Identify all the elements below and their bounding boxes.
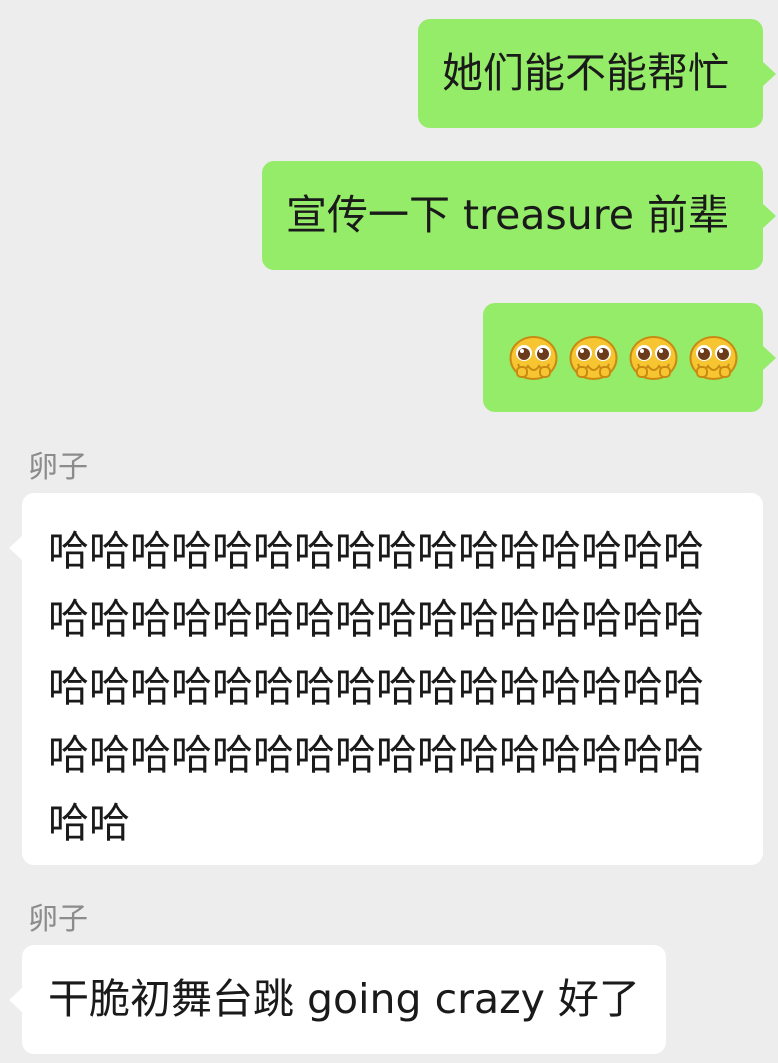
sent-emoji-bubble[interactable] (483, 303, 776, 412)
sender-name: 卵子 (28, 902, 88, 937)
pleading-face-icon (628, 334, 679, 382)
sender-name: 卵子 (28, 450, 88, 485)
pleading-face-icon (688, 334, 739, 382)
message-text: 哈哈哈哈哈哈哈哈哈哈哈哈哈哈哈哈哈哈哈哈哈哈哈哈哈哈哈哈哈哈哈哈哈哈哈哈哈哈哈哈… (48, 527, 704, 847)
message-text: 她们能不能帮忙 (442, 49, 729, 97)
pleading-face-icon (508, 334, 559, 382)
received-message-bubble[interactable]: 干脆初舞台跳 going crazy 好了 (9, 945, 666, 1054)
message-text: 干脆初舞台跳 going crazy 好了 (48, 975, 640, 1023)
sent-message-bubble[interactable]: 宣传一下 treasure 前辈 (262, 161, 776, 270)
pleading-face-icon (568, 334, 619, 382)
emoji-row (503, 303, 743, 412)
chat-window: 她们能不能帮忙 宣传一下 treasure 前辈 卵子 哈哈哈哈哈哈哈哈哈哈哈哈… (0, 0, 778, 1063)
sent-message-bubble[interactable]: 她们能不能帮忙 (418, 19, 776, 128)
message-text: 宣传一下 treasure 前辈 (286, 191, 729, 239)
received-message-bubble[interactable]: 哈哈哈哈哈哈哈哈哈哈哈哈哈哈哈哈哈哈哈哈哈哈哈哈哈哈哈哈哈哈哈哈哈哈哈哈哈哈哈哈… (9, 493, 763, 865)
